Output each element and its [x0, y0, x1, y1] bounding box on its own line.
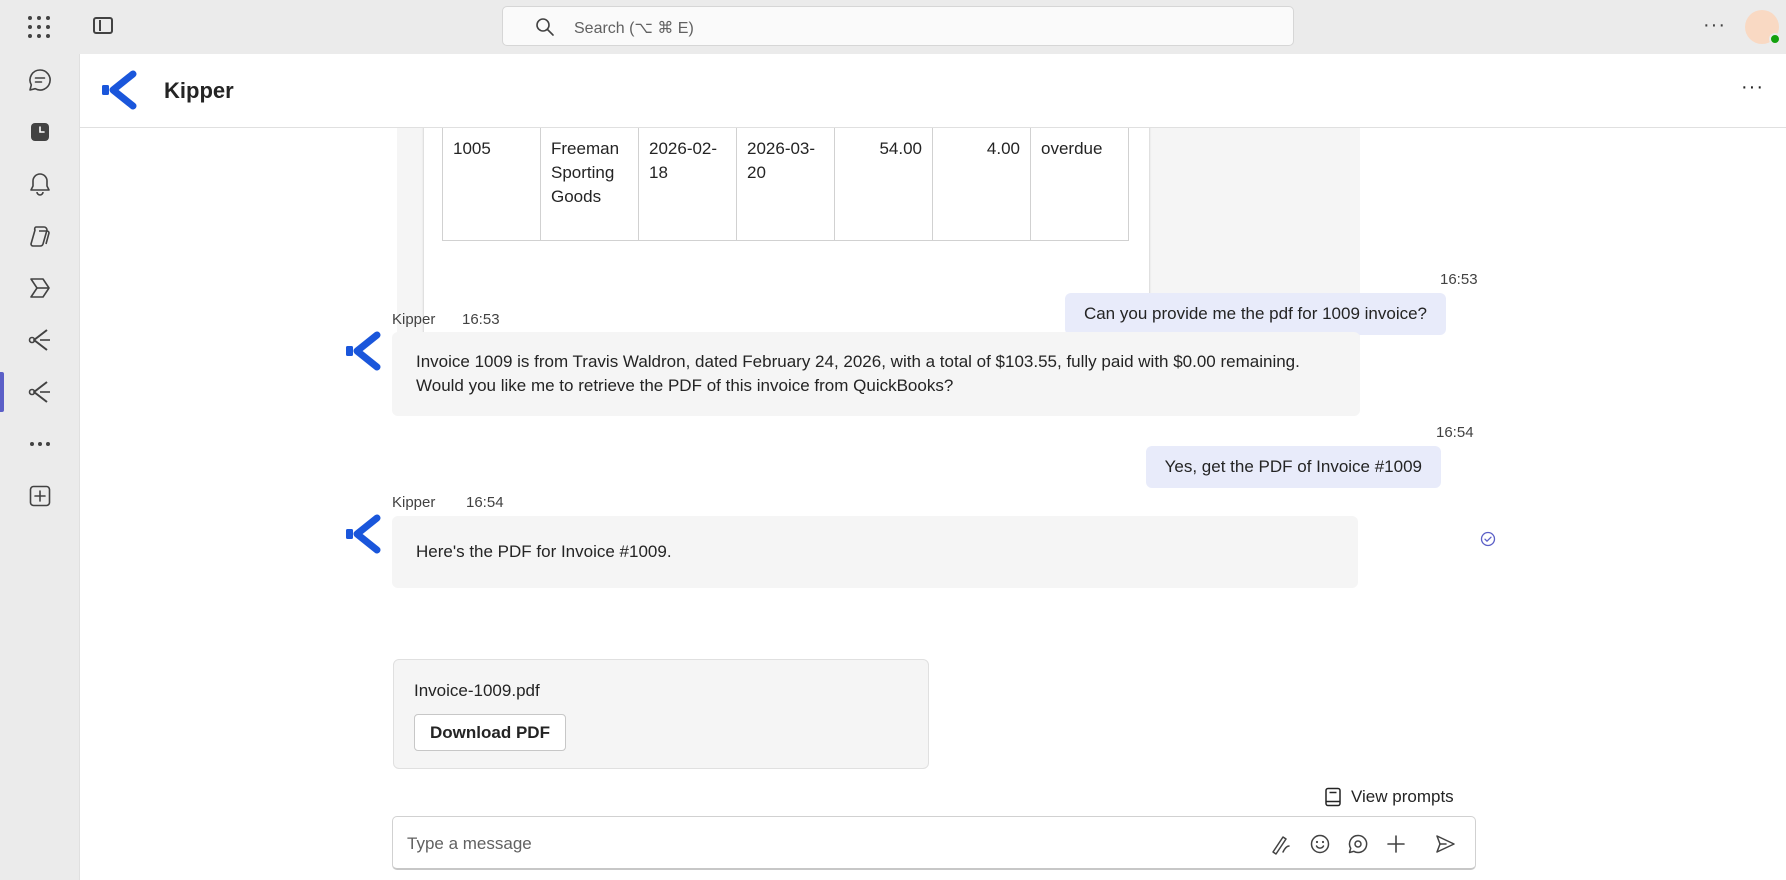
bot-message-line: Invoice 1009 is from Travis Waldron, dat…	[416, 352, 1300, 371]
search-box[interactable]: Search (⌥ ⌘ E)	[502, 6, 1294, 46]
more-options-icon[interactable]: ···	[1703, 14, 1726, 37]
calendar-icon	[31, 123, 49, 141]
user-message[interactable]: Can you provide me the pdf for 1009 invo…	[1064, 293, 1446, 335]
message-timestamp: 16:54	[1436, 424, 1474, 441]
bot-message[interactable]: Here's the PDF for Invoice #1009.	[392, 516, 1358, 588]
power-automate-icon	[30, 278, 50, 298]
table-cell: 2026-03-20	[736, 128, 835, 241]
table-cell: 1005	[442, 128, 541, 241]
app-rail	[0, 54, 80, 880]
message-timestamp: 16:54	[466, 494, 504, 511]
more-apps-icon	[30, 442, 50, 446]
message-seen-icon	[1480, 531, 1496, 547]
app-launcher-icon[interactable]	[28, 16, 50, 38]
message-sender: Kipper	[392, 494, 436, 511]
header-more-options-icon[interactable]: ···	[1741, 76, 1764, 99]
bell-icon	[30, 173, 50, 196]
view-prompts-button[interactable]: View prompts	[1324, 785, 1454, 809]
emoji-icon	[1310, 834, 1330, 854]
presence-available-icon	[1769, 33, 1781, 45]
message-timestamp: 16:53	[1440, 271, 1478, 288]
table-cell: 2026-02-18	[638, 128, 737, 241]
invoice-table: 1005 Freeman Sporting Goods 2026-02-18 2…	[442, 128, 1129, 241]
kipper-avatar-icon	[346, 514, 381, 554]
table-row: 1005 Freeman Sporting Goods 2026-02-18 2…	[442, 128, 1129, 241]
loop-button[interactable]	[1345, 831, 1371, 857]
loop-component-icon	[1348, 834, 1368, 854]
sidebar-toggle-icon[interactable]	[93, 17, 113, 34]
emoji-button[interactable]	[1307, 831, 1333, 857]
attach-button[interactable]	[1383, 831, 1409, 857]
chat-icon	[29, 69, 51, 91]
user-message[interactable]: Yes, get the PDF of Invoice #1009	[1145, 446, 1441, 488]
message-composer	[392, 816, 1476, 870]
file-attachment-card: Invoice-1009.pdf Download PDF	[393, 659, 929, 769]
view-prompts-label: View prompts	[1351, 787, 1454, 806]
table-cell: Freeman Sporting Goods	[540, 128, 639, 241]
send-icon	[1436, 835, 1455, 853]
message-input[interactable]	[407, 831, 1207, 857]
table-cell: 4.00	[932, 128, 1031, 241]
rail-item-copilot[interactable]	[0, 214, 80, 258]
file-name: Invoice-1009.pdf	[414, 681, 540, 700]
rail-item-kipper-active[interactable]	[0, 370, 80, 414]
copilot-icon	[30, 226, 50, 247]
rail-item-kipper[interactable]	[0, 318, 80, 362]
prompts-book-icon	[1325, 787, 1341, 807]
kipper-app-icon	[28, 329, 50, 351]
download-pdf-button[interactable]: Download PDF	[414, 714, 566, 751]
search-icon	[536, 18, 554, 36]
bot-message[interactable]: Invoice 1009 is from Travis Waldron, dat…	[392, 332, 1360, 416]
table-cell: 54.00	[834, 128, 933, 241]
format-pen-icon	[1272, 836, 1290, 855]
chat-header: Kipper ···	[80, 54, 1786, 128]
top-bar: Search (⌥ ⌘ E) ···	[0, 0, 1786, 54]
user-avatar[interactable]	[1745, 10, 1781, 45]
plus-icon	[1387, 835, 1405, 853]
rail-item-add-app[interactable]	[0, 474, 80, 518]
kipper-logo-icon	[102, 70, 137, 110]
format-button[interactable]	[1268, 831, 1294, 857]
rail-item-activity[interactable]	[0, 162, 80, 206]
bot-message-line: Would you like me to retrieve the PDF of…	[416, 376, 954, 395]
chat-area[interactable]: 1005 Freeman Sporting Goods 2026-02-18 2…	[80, 128, 1786, 880]
kipper-avatar-icon	[346, 331, 381, 371]
rail-item-more-apps[interactable]	[0, 422, 80, 466]
message-sender: Kipper	[392, 311, 436, 328]
table-cell: overdue	[1030, 128, 1129, 241]
kipper-app-active-icon	[28, 381, 50, 403]
rail-item-chat[interactable]	[0, 58, 80, 102]
page-title: Kipper	[164, 78, 234, 103]
rail-item-power-automate[interactable]	[0, 266, 80, 310]
add-app-icon	[29, 485, 51, 507]
rail-item-calendar[interactable]	[0, 110, 80, 154]
search-placeholder: Search (⌥ ⌘ E)	[574, 20, 694, 37]
send-button[interactable]	[1432, 831, 1458, 857]
message-timestamp: 16:53	[462, 311, 500, 328]
